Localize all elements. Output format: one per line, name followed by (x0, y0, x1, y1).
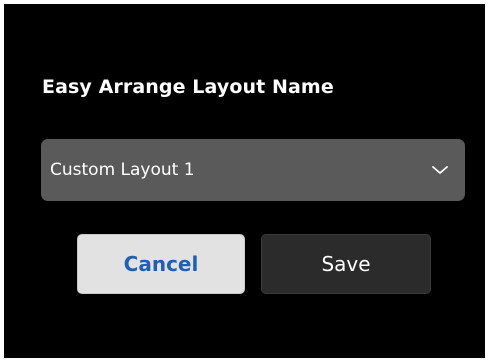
save-button[interactable]: Save (261, 234, 431, 294)
chevron-down-icon (431, 165, 449, 175)
layout-name-value: Custom Layout 1 (50, 160, 195, 180)
layout-name-dropdown[interactable]: Custom Layout 1 (41, 139, 465, 201)
cancel-button[interactable]: Cancel (77, 234, 245, 294)
dialog-title: Easy Arrange Layout Name (42, 76, 334, 98)
layout-name-dialog: Easy Arrange Layout Name Custom Layout 1… (4, 4, 485, 358)
